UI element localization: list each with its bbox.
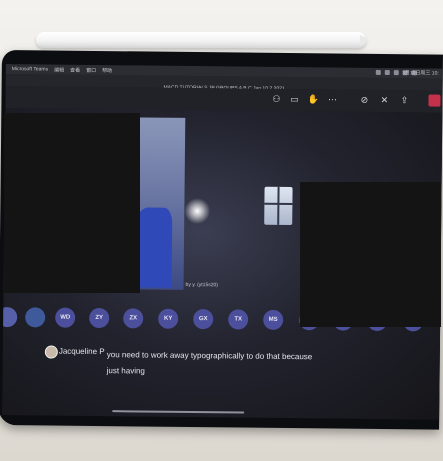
avatar-tx[interactable]: TX: [228, 309, 249, 330]
menu-item-view[interactable]: 查看: [70, 66, 80, 73]
participants-icon[interactable]: ⚇: [271, 94, 281, 104]
app-menu-name[interactable]: Microsoft Teams: [12, 66, 48, 72]
menu-item-edit[interactable]: 编辑: [54, 66, 64, 73]
share-icon[interactable]: [384, 70, 390, 76]
mic-off-icon[interactable]: ✕: [379, 95, 389, 105]
menubar-clock: 3月10日周三 10:: [402, 70, 439, 77]
share-tray-icon[interactable]: ⇪: [399, 95, 409, 105]
menu-item-help[interactable]: 帮助: [102, 67, 112, 74]
speaker-avatar: [44, 345, 58, 359]
camera-off-icon[interactable]: ⊘: [359, 95, 369, 105]
avatar-ms[interactable]: MS: [263, 309, 284, 330]
video-participant-label: by y. (yt15s20): [185, 281, 219, 289]
pencil-tip: [360, 35, 370, 45]
avatar-photo[interactable]: [25, 307, 46, 328]
live-captions: Jacqueline P you need to work away typog…: [3, 342, 440, 387]
record-icon[interactable]: [393, 70, 399, 76]
redaction-box-right: [300, 182, 441, 327]
caption-speaker: Jacqueline P: [58, 346, 105, 357]
caption-line-2: just having: [106, 366, 145, 376]
lens-flare: [184, 197, 211, 225]
menu-item-window[interactable]: 窗口: [86, 66, 96, 73]
avatar-wd[interactable]: WD: [55, 307, 76, 328]
room-window: [264, 186, 293, 226]
caption-line-1: you need to work away typographically to…: [106, 350, 313, 362]
avatar-partial[interactable]: [2, 306, 18, 328]
chat-icon[interactable]: ▭: [289, 94, 299, 104]
avatar-gx[interactable]: GX: [193, 309, 214, 330]
more-actions-icon[interactable]: ⋯: [327, 94, 337, 104]
avatar-zy[interactable]: ZY: [89, 307, 110, 329]
avatar-ky[interactable]: KY: [158, 308, 179, 329]
avatar-zx[interactable]: ZX: [123, 308, 144, 329]
redaction-box-left: [4, 113, 140, 293]
apple-pencil: [36, 32, 366, 48]
photo-scene: Microsoft Teams 编辑 查看 窗口 帮助 3月10日周三 10: …: [0, 0, 443, 461]
wechat-icon[interactable]: [375, 69, 381, 75]
leave-button[interactable]: [428, 94, 441, 107]
raise-hand-icon[interactable]: ✋: [307, 94, 318, 104]
